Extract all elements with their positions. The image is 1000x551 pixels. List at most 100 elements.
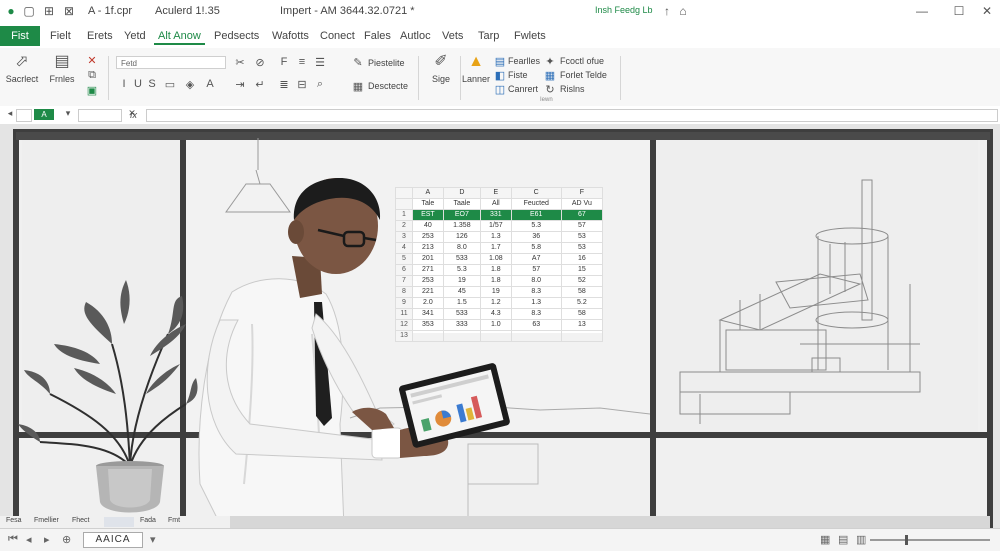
column-header[interactable]: F: [560, 187, 604, 199]
table-cell[interactable]: 533: [442, 308, 481, 320]
table-cell[interactable]: 201: [412, 253, 444, 265]
table-cell[interactable]: 213: [412, 242, 444, 254]
row-number[interactable]: 6: [395, 264, 413, 276]
table-cell[interactable]: 19: [479, 286, 512, 298]
table-cell[interactable]: 45: [442, 286, 481, 298]
table-cell[interactable]: 5.8: [510, 242, 562, 254]
cut-icon[interactable]: ✂: [234, 56, 246, 69]
row-number[interactable]: 4: [395, 242, 413, 254]
cell-reference[interactable]: A: [34, 109, 54, 120]
sheet-tab[interactable]: Fesa: [6, 517, 22, 524]
table-cell[interactable]: 57: [560, 220, 604, 232]
maximize-icon[interactable]: ☐: [952, 4, 966, 18]
table-cell[interactable]: 126: [442, 231, 481, 243]
table-cell[interactable]: [442, 330, 481, 342]
table-row[interactable]: 5 201 533 1.08 A7 16: [395, 253, 604, 265]
copy-icon[interactable]: ⧉: [86, 69, 98, 82]
zoom-slider[interactable]: [870, 539, 990, 541]
table-cell[interactable]: 1.358: [442, 220, 481, 232]
home-icon[interactable]: ⌂: [676, 4, 690, 18]
table-cell[interactable]: 5.2: [560, 297, 604, 309]
table-cell[interactable]: E61: [510, 209, 562, 221]
table-cell[interactable]: [412, 330, 444, 342]
field-name[interactable]: AD Vu: [560, 198, 604, 210]
tab-3[interactable]: Yetd: [120, 29, 150, 43]
styles-dropdown[interactable]: Piestelite: [368, 58, 405, 68]
table-cell[interactable]: 1.2: [479, 297, 512, 309]
banner-button[interactable]: ▲ Lanner: [458, 52, 494, 84]
table-cell[interactable]: 4.3: [479, 308, 512, 320]
row-number[interactable]: 5: [395, 253, 413, 265]
table-cell[interactable]: 253: [412, 275, 444, 287]
table-cell[interactable]: 253: [412, 231, 444, 243]
list2-item-1[interactable]: Fcoctl ofue: [560, 56, 604, 66]
paste-icon[interactable]: ▣: [86, 84, 98, 97]
table-cell[interactable]: 52: [560, 275, 604, 287]
table-cell[interactable]: 53: [560, 231, 604, 243]
table-row[interactable]: 3 253 126 1.3 36 53: [395, 231, 604, 243]
table-cell[interactable]: 53: [560, 242, 604, 254]
formula-input[interactable]: [146, 109, 998, 122]
cells-dropdown[interactable]: Desctecte: [368, 81, 408, 91]
align-center-icon[interactable]: ☰: [314, 56, 326, 69]
wrap-icon[interactable]: ↵: [254, 78, 266, 91]
format-icon[interactable]: F: [278, 56, 290, 68]
normal-view-icon[interactable]: ▦: [820, 533, 830, 546]
field-name[interactable]: Tale: [412, 198, 444, 210]
sheet-tab[interactable]: Fhect: [72, 517, 90, 524]
status-name-box[interactable]: AAICA: [83, 532, 143, 548]
table-row[interactable]: 6 271 5.3 1.8 57 15: [395, 264, 604, 276]
align-left-icon[interactable]: ≡: [296, 56, 308, 68]
row-number[interactable]: 12: [395, 319, 413, 331]
table-cell[interactable]: 36: [510, 231, 562, 243]
next-sheet-icon[interactable]: ▸: [44, 533, 50, 546]
tab-4-active[interactable]: Alt Anow: [154, 29, 205, 45]
first-sheet-icon[interactable]: ⏮: [8, 533, 18, 546]
table-cell[interactable]: [510, 330, 562, 342]
table-row[interactable]: 8 221 45 19 8.3 58: [395, 286, 604, 298]
tab-6[interactable]: Wafotts: [268, 29, 313, 43]
table-cell[interactable]: 63: [510, 319, 562, 331]
table-cell[interactable]: 1.0: [479, 319, 512, 331]
table-cell[interactable]: [560, 330, 604, 342]
field-name[interactable]: Feucted: [510, 198, 562, 210]
table-cell[interactable]: 40: [412, 220, 444, 232]
strikethrough-icon[interactable]: S: [146, 78, 158, 90]
table-cell[interactable]: EST: [412, 209, 444, 221]
table-cell[interactable]: 57: [510, 264, 562, 276]
dropdown-icon[interactable]: ▾: [62, 108, 74, 119]
table-cell[interactable]: A7: [510, 253, 562, 265]
delete-icon[interactable]: ✕: [86, 54, 98, 67]
sheet-tab-active[interactable]: [104, 517, 134, 527]
table-cell[interactable]: 58: [560, 286, 604, 298]
sheet-tab[interactable]: Fmellier: [34, 517, 59, 524]
table-cell[interactable]: 1.3: [510, 297, 562, 309]
minimize-icon[interactable]: —: [915, 4, 929, 18]
table-cell[interactable]: 8.0: [442, 242, 481, 254]
table-cell[interactable]: 533: [442, 253, 481, 265]
list1-item-2[interactable]: Fiste: [508, 70, 528, 80]
font-name-input[interactable]: Fetd: [116, 56, 226, 69]
table-cell[interactable]: 333: [442, 319, 481, 331]
table-cell[interactable]: 1/57: [479, 220, 512, 232]
page-break-icon[interactable]: ▥: [856, 533, 866, 546]
row-number[interactable]: 1: [395, 209, 413, 221]
field-name[interactable]: All: [479, 198, 512, 210]
border-icon[interactable]: ▭: [164, 78, 176, 91]
corner-cell[interactable]: [395, 187, 413, 199]
table-row[interactable]: 2 40 1.358 1/57 5.3 57: [395, 220, 604, 232]
column-header[interactable]: A: [412, 187, 444, 199]
add-sheet-icon[interactable]: ⊕: [62, 533, 71, 546]
table-row[interactable]: 4 213 8.0 1.7 5.8 53: [395, 242, 604, 254]
table-cell[interactable]: 15: [560, 264, 604, 276]
table-cell[interactable]: [479, 330, 512, 342]
tab-12[interactable]: Fwlets: [510, 29, 550, 43]
underline-icon[interactable]: U: [132, 78, 144, 90]
embedded-data-table[interactable]: A D E C F Tale Taale All Feucted AD Vu 1…: [395, 187, 604, 342]
list1-item-3[interactable]: Canrert: [508, 84, 538, 94]
row-number[interactable]: 9: [395, 297, 413, 309]
table-cell[interactable]: 1.3: [479, 231, 512, 243]
tab-7[interactable]: Conect: [316, 29, 359, 43]
tab-10[interactable]: Vets: [438, 29, 467, 43]
tab-8[interactable]: Fales: [360, 29, 395, 43]
